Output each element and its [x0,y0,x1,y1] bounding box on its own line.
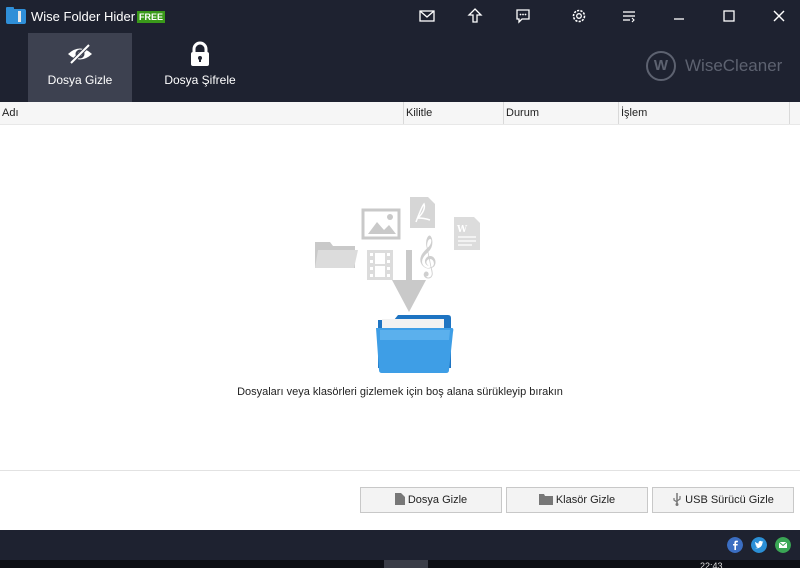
column-header-action[interactable]: İşlem [619,102,790,124]
svg-text:W: W [456,225,468,235]
folder-icon [538,493,553,505]
file-table-header: Adı Kilitle Durum İşlem [0,102,800,125]
hide-file-button-label: Dosya Gizle [407,494,468,506]
hide-usb-button-label: USB Sürücü Gizle [685,494,774,506]
drag-drop-illustration: W 𝄞 [315,197,480,373]
usb-icon [673,492,681,506]
eye-slash-icon [68,43,92,65]
status-bar [0,530,800,560]
lock-icon [191,41,209,66]
film-icon [367,250,393,280]
svg-text:𝄞: 𝄞 [416,235,437,278]
taskbar-clock: 22:43 [700,561,723,568]
folder-blue-icon [376,315,454,373]
upgrade-icon[interactable] [466,7,484,25]
document-icon: W [454,217,480,250]
hide-file-button[interactable]: Dosya Gizle [360,487,502,513]
folder-gray-icon [315,242,358,268]
brand-mark-icon: W [646,51,676,81]
email-icon[interactable] [775,537,791,553]
hide-folder-button[interactable]: Klasör Gizle [506,487,648,513]
menu-icon[interactable] [620,7,638,25]
feedback-icon[interactable] [514,7,532,25]
hide-usb-button[interactable]: USB Sürücü Gizle [652,487,794,513]
title-bar: Wise Folder Hider FREE [0,0,800,33]
app-title: Wise Folder Hider [31,9,136,24]
maximize-icon[interactable] [720,7,738,25]
brand-name: WiseCleaner [685,56,783,75]
file-icon [394,493,405,506]
main-toolbar: Dosya Gizle Dosya Şifrele W WiseCleaner [0,33,800,102]
tab-encrypt-file[interactable]: Dosya Şifrele [148,33,252,102]
pdf-icon [410,197,435,228]
free-badge: FREE [137,11,166,23]
twitter-icon[interactable] [751,537,767,553]
taskbar-active-app[interactable] [384,560,428,568]
app-logo-icon [6,7,26,24]
tab-hide-file[interactable]: Dosya Gizle [28,33,132,102]
column-header-lock[interactable]: Kilitle [404,102,504,124]
tab-encrypt-file-label: Dosya Şifrele [164,73,236,87]
image-icon [361,208,401,240]
settings-icon[interactable] [570,7,588,25]
mail-icon[interactable] [418,7,436,25]
divider [0,470,800,471]
column-header-name[interactable]: Adı [0,102,404,124]
close-icon[interactable] [770,7,788,25]
minimize-icon[interactable] [670,7,688,25]
column-header-status[interactable]: Durum [504,102,619,124]
drop-hint-text: Dosyaları veya klasörleri gizlemek için … [237,386,563,398]
tab-hide-file-label: Dosya Gizle [47,73,113,87]
music-icon: 𝄞 [416,235,437,278]
facebook-icon[interactable] [727,537,743,553]
brand-logo: W WiseCleaner [646,51,788,81]
hide-folder-button-label: Klasör Gizle [555,494,616,506]
